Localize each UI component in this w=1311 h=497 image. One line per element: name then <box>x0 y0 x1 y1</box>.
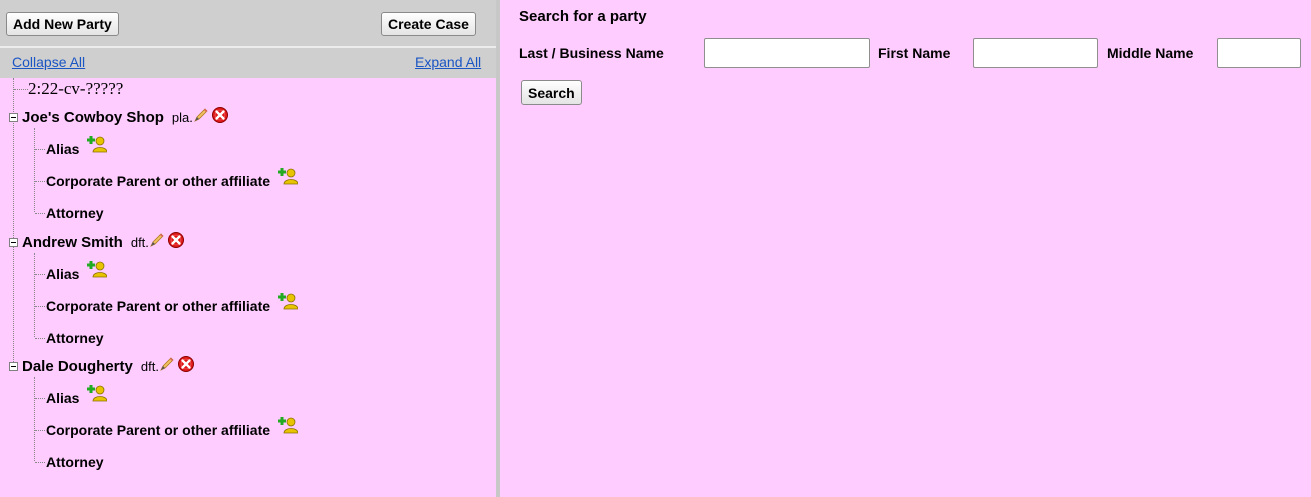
search-panel: Search for a party Last / Business Name … <box>504 0 1311 497</box>
tree-connector <box>35 398 45 399</box>
party-child-row: Attorney <box>46 451 104 473</box>
tree-connector <box>35 149 45 150</box>
add-person-icon[interactable] <box>87 260 108 284</box>
add-person-icon[interactable] <box>278 167 299 191</box>
party-name[interactable]: Joe's Cowboy Shop <box>22 109 164 126</box>
party-child-row: Corporate Parent or other affiliate <box>46 416 299 441</box>
first-name-label: First Name <box>878 45 951 61</box>
tree-controls-bar: Collapse All Expand All <box>0 46 496 78</box>
child-label[interactable]: Corporate Parent or other affiliate <box>46 173 270 189</box>
delete-icon[interactable] <box>177 355 195 379</box>
tree-connector <box>34 253 35 337</box>
child-label[interactable]: Attorney <box>46 330 104 346</box>
party-child-row: Corporate Parent or other affiliate <box>46 167 299 192</box>
party-row: Joe's Cowboy Shop pla. <box>22 106 229 128</box>
tree-connector <box>35 338 45 339</box>
party-tree-panel: Add New Party Create Case Collapse All E… <box>0 0 500 497</box>
last-name-input[interactable] <box>704 38 870 68</box>
delete-icon[interactable] <box>167 231 185 255</box>
child-label[interactable]: Corporate Parent or other affiliate <box>46 422 270 438</box>
party-child-row: Alias <box>46 135 108 160</box>
party-child-row: Attorney <box>46 202 104 224</box>
add-person-icon[interactable] <box>87 135 108 159</box>
party-name[interactable]: Andrew Smith <box>22 234 123 251</box>
collapse-all-link[interactable]: Collapse All <box>12 54 85 70</box>
pencil-icon[interactable] <box>159 356 175 378</box>
tree-connector <box>14 89 28 90</box>
add-new-party-button[interactable]: Add New Party <box>6 12 119 36</box>
create-case-button[interactable]: Create Case <box>381 12 476 36</box>
child-label[interactable]: Attorney <box>46 205 104 221</box>
collapse-toggle-icon[interactable] <box>9 113 18 122</box>
delete-icon[interactable] <box>211 106 229 130</box>
party-toolbar: Add New Party Create Case <box>0 0 496 46</box>
pencil-icon[interactable] <box>149 232 165 254</box>
add-person-icon[interactable] <box>87 384 108 408</box>
tree-connector <box>35 306 45 307</box>
party-child-row: Attorney <box>46 327 104 349</box>
first-name-input[interactable] <box>973 38 1098 68</box>
party-role: dft. <box>140 359 159 374</box>
party-child-row: Alias <box>46 384 108 409</box>
add-person-icon[interactable] <box>278 292 299 316</box>
tree-connector <box>35 430 45 431</box>
expand-all-link[interactable]: Expand All <box>415 54 481 70</box>
middle-name-label: Middle Name <box>1107 45 1194 61</box>
tree-connector <box>35 213 45 214</box>
search-button[interactable]: Search <box>521 80 582 105</box>
middle-name-input[interactable] <box>1217 38 1301 68</box>
child-label[interactable]: Alias <box>46 141 79 157</box>
child-label[interactable]: Attorney <box>46 454 104 470</box>
pencil-icon[interactable] <box>193 107 209 129</box>
party-role: pla. <box>171 110 193 125</box>
party-row: Dale Dougherty dft. <box>22 355 195 377</box>
child-label[interactable]: Alias <box>46 266 79 282</box>
tree-connector <box>35 462 45 463</box>
case-number: 2:22-cv-????? <box>28 79 124 98</box>
tree-connector <box>34 128 35 212</box>
tree-connector <box>35 181 45 182</box>
tree-connector <box>35 274 45 275</box>
party-name[interactable]: Dale Dougherty <box>22 358 133 375</box>
add-person-icon[interactable] <box>278 416 299 440</box>
last-name-label: Last / Business Name <box>519 45 664 61</box>
party-row: Andrew Smith dft. <box>22 231 185 253</box>
child-label[interactable]: Alias <box>46 390 79 406</box>
tree-connector <box>34 377 35 461</box>
party-role: dft. <box>130 235 149 250</box>
party-child-row: Alias <box>46 260 108 285</box>
collapse-toggle-icon[interactable] <box>9 238 18 247</box>
party-child-row: Corporate Parent or other affiliate <box>46 292 299 317</box>
child-label[interactable]: Corporate Parent or other affiliate <box>46 298 270 314</box>
collapse-toggle-icon[interactable] <box>9 362 18 371</box>
search-title: Search for a party <box>519 8 647 25</box>
